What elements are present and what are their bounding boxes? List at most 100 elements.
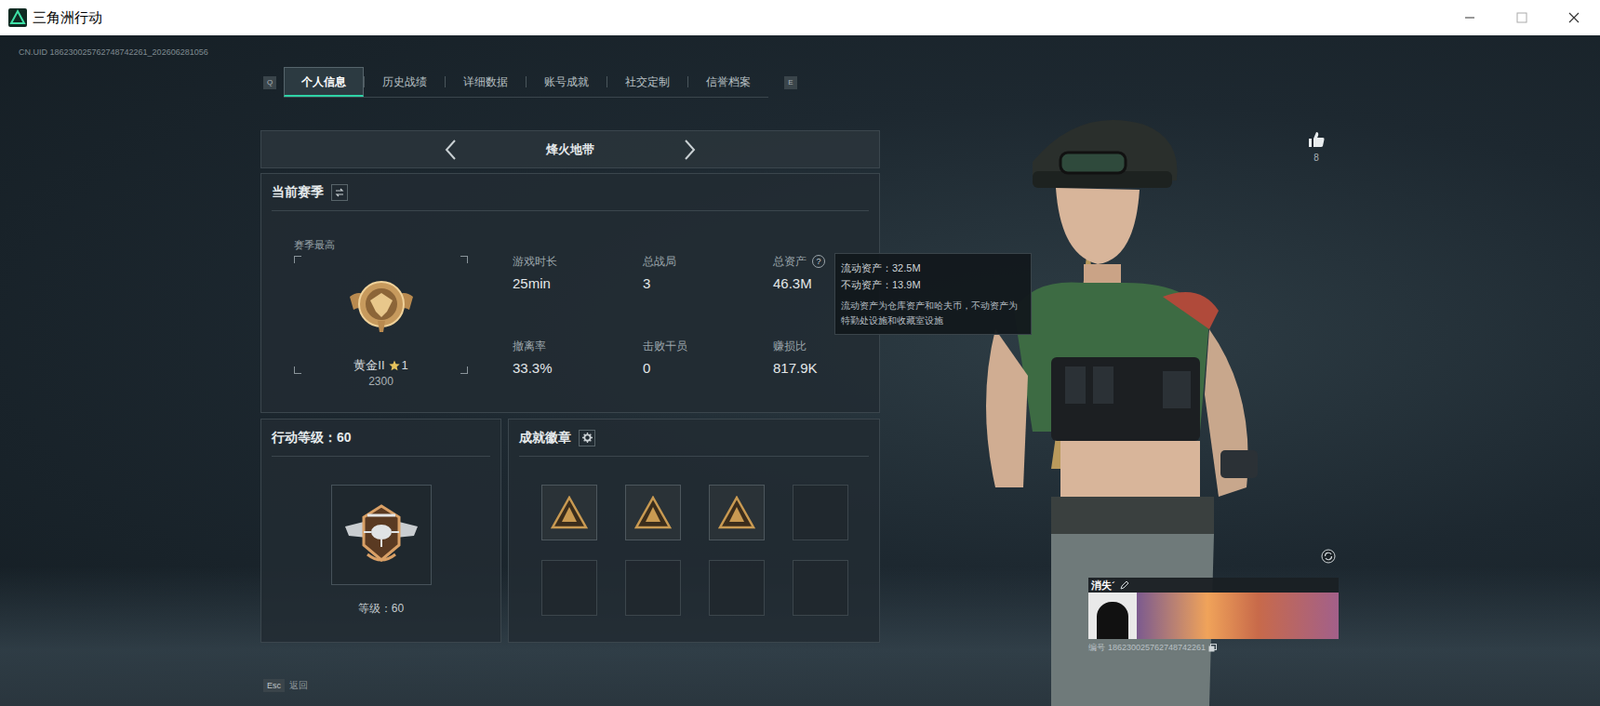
tab-separator xyxy=(606,76,608,88)
gear-icon xyxy=(582,432,593,443)
tab-label: 信誉档案 xyxy=(706,73,751,91)
refresh-icon[interactable] xyxy=(1320,548,1336,564)
tab[interactable]: 详细数据 xyxy=(445,66,526,97)
stat-value: 817.9K xyxy=(773,359,826,377)
badge-slot[interactable] xyxy=(625,560,681,616)
close-button[interactable] xyxy=(1547,0,1600,36)
swap-icon xyxy=(334,187,345,198)
title-bar: 三角洲行动 xyxy=(0,0,1600,36)
profile-name: 消失´ xyxy=(1091,577,1116,593)
stat-value: 46.3M xyxy=(773,274,826,293)
profile-id: 186230025762748742261 xyxy=(1107,641,1206,654)
stat-value: 0 xyxy=(642,359,774,377)
tooltip-note: 流动资产为仓库资产和哈夫币，不动资产为特勤处设施和收藏室设施 xyxy=(840,298,1026,329)
prev-tab-key[interactable]: Q xyxy=(263,76,277,90)
season-best-label: 赛季最高 xyxy=(293,237,468,253)
badges-title: 成就徽章 xyxy=(519,427,572,448)
next-tab-key[interactable]: E xyxy=(784,76,798,90)
stat: 游戏时长 25min xyxy=(512,253,643,293)
season-switch-button[interactable] xyxy=(331,184,348,201)
minimize-icon xyxy=(1464,12,1476,24)
stat-label: 总资产 xyxy=(773,253,807,269)
level-caption: 等级：60 xyxy=(261,600,501,617)
badges-settings-button[interactable] xyxy=(578,429,596,447)
tab-separator xyxy=(444,76,446,88)
stat-value: 33.3% xyxy=(512,359,643,377)
chevron-right-icon[interactable] xyxy=(680,138,699,161)
minimize-button[interactable] xyxy=(1443,0,1496,36)
rank-star-level: 1 xyxy=(401,358,409,374)
stat-label: 游戏时长 xyxy=(512,253,558,269)
stat: 撤离率 33.3% xyxy=(512,338,643,377)
badge-slot[interactable] xyxy=(708,484,765,541)
tab-label: 账号成就 xyxy=(544,73,589,91)
badge-slot[interactable] xyxy=(792,484,849,541)
app-logo-icon xyxy=(8,8,27,27)
stat-value: 25min xyxy=(512,274,643,293)
season-panel: 当前赛季 赛季最高 xyxy=(260,173,880,414)
stat-label: 撤离率 xyxy=(512,338,547,354)
tab-label: 社交定制 xyxy=(625,73,670,91)
stat: 总资产? 46.3M xyxy=(773,253,826,293)
achievement-badge-icon xyxy=(718,495,756,530)
rank-name: 黄金II xyxy=(353,358,385,374)
mode-switcher: 烽火地带 xyxy=(260,130,880,169)
tab-separator xyxy=(687,76,689,88)
tab-separator xyxy=(363,76,365,88)
tab[interactable]: 账号成就 xyxy=(526,66,607,97)
badge-slot[interactable] xyxy=(708,560,765,616)
maximize-icon xyxy=(1516,12,1528,24)
stat: 击败干员 0 xyxy=(642,338,774,377)
level-emblem-icon xyxy=(339,493,424,577)
badge-slot[interactable] xyxy=(541,484,598,541)
rank-score: 2300 xyxy=(293,373,468,389)
level-title: 行动等级：60 xyxy=(271,427,352,448)
achievement-badge-icon xyxy=(634,495,672,530)
assets-tooltip: 流动资产：32.5M不动资产：13.9M 流动资产为仓库资产和哈夫币，不动资产为… xyxy=(834,253,1032,335)
star-icon xyxy=(388,360,400,372)
like-button[interactable]: 8 xyxy=(1305,130,1328,165)
stat: 总战局 3 xyxy=(642,253,774,293)
badge-slot[interactable] xyxy=(792,560,849,616)
level-panel: 行动等级：60 等级：60 xyxy=(260,418,502,643)
character-showcase: 8 消失´ 编号 186230025762748742261 xyxy=(880,50,1600,706)
stat: 赚损比 817.9K xyxy=(773,338,826,377)
chevron-left-icon[interactable] xyxy=(441,138,461,161)
profile-id-label: 编号 xyxy=(1088,641,1106,654)
achievement-badge-icon xyxy=(550,495,588,530)
close-icon xyxy=(1568,12,1580,24)
esc-key: Esc xyxy=(263,679,285,693)
thumbs-up-icon xyxy=(1306,130,1326,149)
help-button[interactable]: ? xyxy=(812,254,826,268)
stat-label: 赚损比 xyxy=(773,338,807,354)
gold-rank-badge-icon xyxy=(346,268,417,340)
badges-panel: 成就徽章 xyxy=(507,418,880,643)
tab[interactable]: 信誉档案 xyxy=(688,66,769,97)
tooltip-line: 流动资产：32.5M xyxy=(840,259,1026,277)
badge-slot[interactable] xyxy=(625,484,681,541)
tab[interactable]: 历史战绩 xyxy=(364,66,445,97)
maximize-button[interactable] xyxy=(1495,0,1548,36)
stat-value: 3 xyxy=(642,274,774,293)
back-label: 返回 xyxy=(289,678,308,693)
stat-label: 击败干员 xyxy=(642,338,688,354)
tab[interactable]: 社交定制 xyxy=(607,66,688,97)
tooltip-line: 不动资产：13.9M xyxy=(840,276,1026,294)
profile-card[interactable]: 消失´ 编号 186230025762748742261 xyxy=(1088,577,1339,654)
back-hint[interactable]: Esc 返回 xyxy=(260,678,880,693)
season-title: 当前赛季 xyxy=(271,182,324,202)
tab-bar: Q 个人信息历史战绩 详细数据 账号成就 社交定制 信誉档案 E xyxy=(260,66,880,98)
banner-picture xyxy=(1136,592,1339,640)
tab[interactable]: 个人信息 xyxy=(283,66,364,97)
badge-slot[interactable] xyxy=(541,560,598,616)
mode-label: 烽火地带 xyxy=(546,140,595,160)
like-count: 8 xyxy=(1313,150,1320,165)
edit-icon[interactable] xyxy=(1120,580,1130,590)
copy-icon[interactable] xyxy=(1208,643,1217,653)
stat-label: 总战局 xyxy=(642,253,677,269)
tab-separator xyxy=(525,76,527,88)
tab-label: 详细数据 xyxy=(463,73,508,91)
uid-label: CN.UID 186230025762748742261_20260628105… xyxy=(18,47,209,57)
tab-label: 历史战绩 xyxy=(382,73,427,91)
window-title: 三角洲行动 xyxy=(32,7,103,29)
